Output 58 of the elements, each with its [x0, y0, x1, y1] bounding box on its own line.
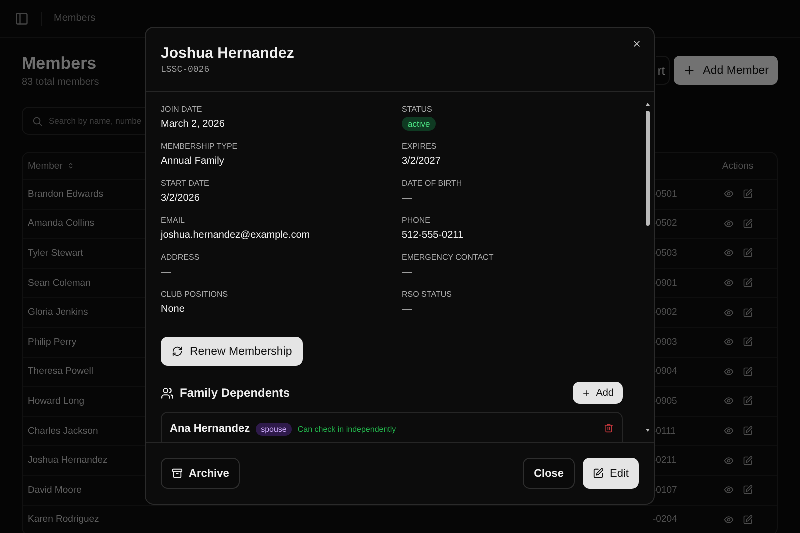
field-value: — — [402, 267, 412, 278]
relation-tag: spouse — [256, 423, 292, 436]
phone-cell-text: -0501 — [653, 188, 678, 200]
field-value: March 2, 2026 — [161, 119, 225, 130]
phone-cell-text: -0111 — [653, 426, 677, 437]
phone-cell-text: -0204 — [653, 514, 678, 526]
phone-cell-text: -0211 — [653, 455, 678, 466]
member-name: Philip Perry — [28, 336, 77, 348]
section-title: Family Dependents — [180, 386, 290, 400]
member-name: Howard Long — [28, 396, 85, 407]
field-label: PHONE — [402, 216, 432, 225]
member-id: LSSC-0026 — [161, 65, 210, 75]
member-name: Sean Coleman — [28, 278, 91, 289]
field-label: EMAIL — [161, 216, 186, 225]
field-value: — — [161, 267, 171, 278]
field-label: JOIN DATE — [161, 105, 204, 114]
phone-cell-text: -0903 — [653, 336, 678, 348]
field-label: EMERGENCY CONTACT — [402, 253, 495, 262]
field-label: EXPIRES — [402, 142, 438, 151]
dependent-note: Can check in independently — [298, 425, 396, 434]
phone-cell-text: -0502 — [653, 218, 678, 230]
phone-cell-text: -0503 — [653, 248, 678, 259]
field-value: — — [402, 193, 412, 204]
field-value: 512-555-0211 — [402, 230, 464, 241]
page-title: Members — [22, 54, 98, 74]
dialog-title: Joshua Hernandez — [161, 45, 296, 62]
breadcrumb: Members — [54, 13, 96, 24]
member-name: Brandon Edwards — [28, 188, 104, 200]
field-value: 3/2/2026 — [161, 193, 200, 204]
phone-cell-text: -0902 — [653, 307, 678, 318]
member-name: Theresa Powell — [28, 366, 94, 378]
field-label: ADDRESS — [161, 253, 201, 262]
field-value: joshua.hernandez@example.com — [161, 230, 310, 241]
field-label: DATE OF BIRTH — [402, 179, 464, 188]
field-label: START DATE — [161, 179, 210, 188]
member-name: Karen Rodriguez — [28, 514, 100, 526]
field-label: MEMBERSHIP TYPE — [161, 142, 239, 151]
member-name: Joshua Hernandez — [28, 455, 108, 466]
member-name: Gloria Jenkins — [28, 307, 88, 318]
phone-cell-text: -0107 — [653, 484, 678, 496]
field-value: None — [161, 304, 185, 315]
field-value: — — [402, 304, 412, 315]
phone-cell-text: -0904 — [653, 366, 678, 378]
field-label: RSO STATUS — [402, 290, 453, 299]
member-name: Amanda Collins — [28, 218, 95, 230]
member-count: 83 total members — [22, 77, 100, 88]
member-name: Tyler Stewart — [28, 248, 84, 259]
column-header: Actions — [722, 160, 754, 172]
member-name: David Moore — [28, 484, 82, 496]
phone-cell-text: -0901 — [653, 278, 678, 289]
field-label: STATUS — [402, 105, 434, 114]
field-value: 3/2/2027 — [402, 156, 441, 167]
status-badge: active — [402, 117, 436, 131]
member-name: Charles Jackson — [28, 426, 98, 437]
field-label: CLUB POSITIONS — [161, 290, 230, 299]
dependent-name: Ana Hernandez — [170, 423, 250, 435]
field-value: Annual Family — [161, 156, 224, 167]
phone-cell-text: -0905 — [653, 396, 678, 407]
